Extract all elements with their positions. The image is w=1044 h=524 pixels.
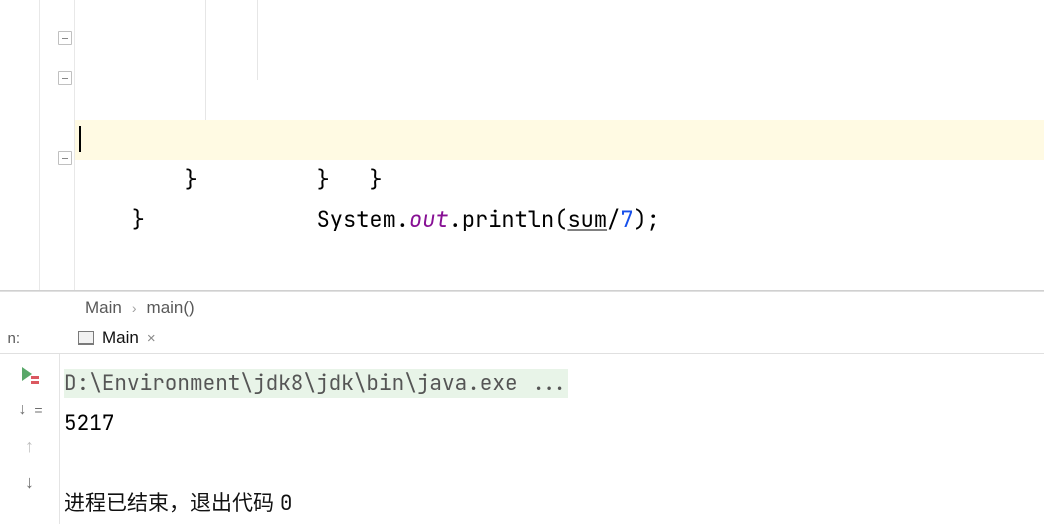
number-literal: 7	[620, 205, 633, 234]
toggle-soft-wrap-button[interactable]	[18, 398, 42, 422]
fold-handle-icon[interactable]	[58, 31, 72, 45]
text-caret	[79, 126, 81, 152]
code-content[interactable]: sum+=365; } } System.out.println(sum/7);…	[75, 0, 1044, 290]
exit-prefix: 进程已结束，退出代码	[64, 492, 280, 515]
code-line-current[interactable]: System.out.println(sum/7);	[75, 120, 1044, 160]
code-text: System.	[158, 205, 409, 234]
code-line[interactable]: }	[75, 40, 1044, 80]
code-editor[interactable]: sum+=365; } } System.out.println(sum/7);…	[0, 0, 1044, 291]
fold-gutter[interactable]	[40, 0, 75, 290]
exit-code: 0	[280, 490, 293, 517]
breadcrumb[interactable]: Main › main()	[0, 291, 1044, 323]
application-icon	[78, 331, 94, 345]
code-line[interactable]: }	[75, 80, 1044, 120]
rerun-icon	[20, 364, 40, 384]
chevron-right-icon: ›	[132, 300, 137, 316]
run-tool-tabs: n: Main ×	[0, 323, 1044, 353]
variable-ref: sum	[567, 205, 607, 234]
console-toolbar: ↑ ↓	[0, 354, 60, 524]
run-tab[interactable]: Main	[102, 328, 139, 348]
console-output[interactable]: D:\Environment\jdk8\jdk\bin\java.exe ...…	[60, 354, 1044, 524]
close-icon[interactable]: ×	[147, 330, 156, 347]
breadcrumb-class[interactable]: Main	[85, 298, 122, 318]
arrow-down-icon: ↓	[25, 473, 34, 491]
run-console: ↑ ↓ D:\Environment\jdk8\jdk\bin\java.exe…	[0, 353, 1044, 524]
code-text: );	[633, 205, 659, 234]
code-text: /	[607, 205, 620, 234]
breadcrumb-method[interactable]: main()	[147, 298, 195, 318]
console-exit-message: 进程已结束，退出代码 0	[64, 484, 1044, 524]
fold-handle-icon[interactable]	[58, 71, 72, 85]
code-text: }	[158, 165, 330, 194]
console-command: D:\Environment\jdk8\jdk\bin\java.exe ...	[64, 369, 568, 398]
code-text: .println(	[449, 205, 568, 234]
line-number-gutter	[0, 0, 40, 290]
arrow-up-icon: ↑	[25, 437, 34, 455]
code-line[interactable]: sum+=365;	[75, 0, 1044, 40]
sort-icon	[21, 401, 39, 419]
rerun-button[interactable]	[18, 362, 42, 386]
up-button[interactable]: ↑	[18, 434, 42, 458]
down-button[interactable]: ↓	[18, 470, 42, 494]
console-stdout: 5217	[64, 404, 1044, 444]
field-ref: out	[409, 205, 449, 234]
run-label: n:	[0, 330, 20, 347]
fold-handle-icon[interactable]	[58, 151, 72, 165]
